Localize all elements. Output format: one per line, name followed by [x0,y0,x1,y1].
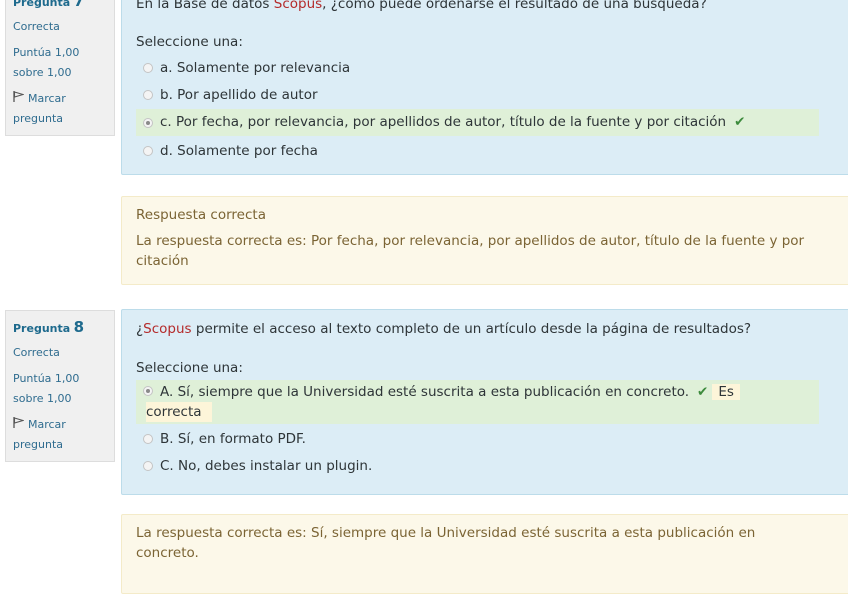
answer-option-a[interactable]: a. Solamente por relevancia [136,57,819,79]
question-text-start: En la Base de datos [136,0,274,12]
checkmark-icon: ✔ [697,384,709,400]
flag-label-2[interactable]: pregunta [13,109,107,129]
question-8-info: Pregunta 8 Correcta Puntúa 1,00 sobre 1,… [5,310,115,462]
question-grade: Puntúa 1,00 sobre 1,00 [13,369,107,409]
correct-tag-continued: correcta [146,402,212,422]
question-label: Pregunta [13,0,71,9]
flag-question-link[interactable]: Marcar pregunta [13,89,107,129]
question-term: Scopus [273,0,323,12]
flag-icon [13,89,25,109]
select-prompt: Seleccione una: [136,34,243,50]
question-text: ¿Scopus permite el acceso al texto compl… [136,321,751,337]
question-grade: Puntúa 1,00 sobre 1,00 [13,43,107,83]
question-text-end: permite el acceso al texto completo de u… [191,321,752,337]
answer-option-a[interactable]: A. Sí, siempre que la Universidad esté s… [136,380,819,424]
radio-button[interactable] [143,90,153,100]
question-7-content: En la Base de datos Scopus, ¿cómo puede … [121,0,848,175]
radio-button[interactable] [143,146,153,156]
radio-button-selected[interactable] [143,386,153,396]
feedback-title: Respuesta correcta [136,207,266,223]
answer-label[interactable]: a. Solamente por relevancia [160,60,350,76]
flag-label-1[interactable]: Marcar [28,92,66,105]
radio-button[interactable] [143,461,153,471]
flag-label-1[interactable]: Marcar [28,418,66,431]
grade-line-1: Puntúa 1,00 [13,372,80,385]
select-prompt: Seleccione una: [136,360,243,376]
question-8-feedback: La respuesta correcta es: Sí, siempre qu… [121,514,848,594]
grade-line-2: sobre 1,00 [13,392,72,405]
feedback-line-1: La respuesta correcta es: Por fecha, por… [136,233,805,249]
radio-button-selected[interactable] [143,117,153,128]
answer-label[interactable]: b. Por apellido de autor [160,87,318,103]
answer-option-b[interactable]: B. Sí, en formato PDF. [136,428,819,450]
answer-option-d[interactable]: d. Solamente por fecha [136,140,819,162]
radio-button[interactable] [143,434,153,444]
question-term: Scopus [143,321,192,337]
answer-label[interactable]: d. Solamente por fecha [160,143,318,159]
question-number: 8 [73,318,85,336]
flag-label-2[interactable]: pregunta [13,435,107,455]
answer-option-c[interactable]: C. No, debes instalar un plugin. [136,455,819,477]
grade-line-1: Puntúa 1,00 [13,46,80,59]
question-label: Pregunta [13,322,71,335]
radio-button[interactable] [143,63,153,73]
feedback-line-2: concreto. [136,545,199,561]
answer-label[interactable]: B. Sí, en formato PDF. [160,431,306,447]
feedback-line-1: La respuesta correcta es: Sí, siempre qu… [136,525,756,541]
question-7-info: Pregunta 7 Correcta Puntúa 1,00 sobre 1,… [5,0,115,136]
question-state: Correcta [13,346,60,359]
question-state: Correcta [13,20,60,33]
feedback-line-2: citación [136,253,189,269]
question-text-end: , ¿cómo puede ordenarse el resultado de … [322,0,707,12]
question-8-content: ¿Scopus permite el acceso al texto compl… [121,309,848,495]
answer-label[interactable]: A. Sí, siempre que la Universidad esté s… [160,384,689,400]
answer-option-c[interactable]: c. Por fecha, por relevancia, por apelli… [136,109,819,136]
question-text: En la Base de datos Scopus, ¿cómo puede … [136,0,707,12]
grade-line-2: sobre 1,00 [13,66,72,79]
answer-option-b[interactable]: b. Por apellido de autor [136,84,819,106]
checkmark-icon: ✔ [734,114,746,130]
answer-label[interactable]: C. No, debes instalar un plugin. [160,458,372,474]
answer-label[interactable]: c. Por fecha, por relevancia, por apelli… [160,114,726,130]
flag-question-link[interactable]: Marcar pregunta [13,415,107,455]
question-number: 7 [73,0,85,10]
question-7-feedback: Respuesta correcta La respuesta correcta… [121,196,848,285]
correct-tag: Es [712,384,740,400]
flag-icon [13,415,25,435]
